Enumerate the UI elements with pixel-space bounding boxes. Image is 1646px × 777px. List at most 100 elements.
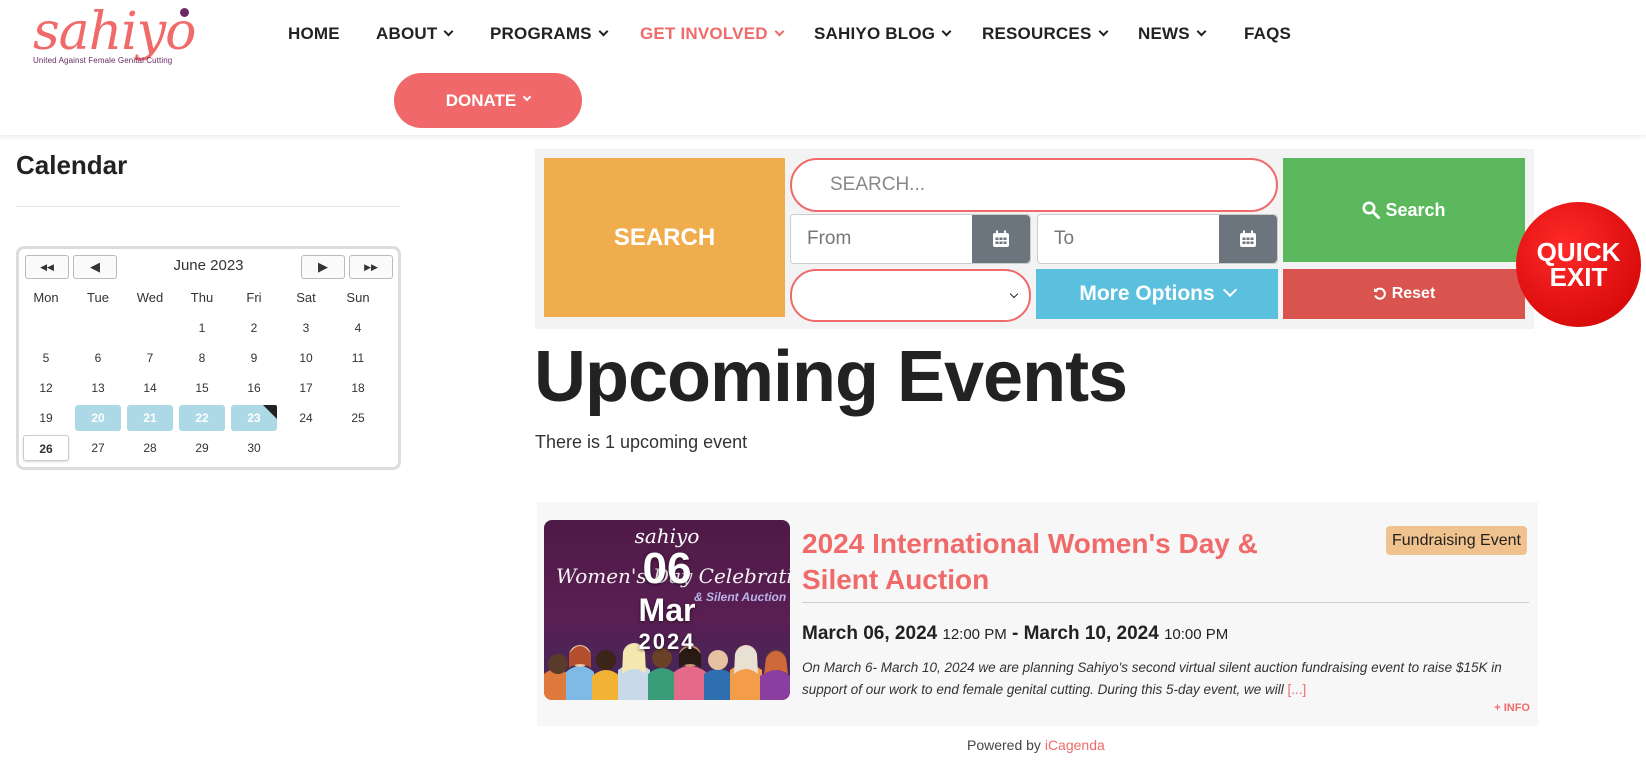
calendar-day[interactable]: 17	[283, 375, 329, 401]
icagenda-link[interactable]: iCagenda	[1045, 737, 1105, 753]
calendar-day[interactable]: 6	[75, 345, 121, 371]
weekday-label: Mon	[33, 290, 59, 305]
calendar-empty-cell	[23, 315, 69, 341]
nav-programs-label: PROGRAMS	[490, 24, 592, 43]
calendar-day[interactable]: 11	[335, 345, 381, 371]
calendar-day[interactable]: 15	[179, 375, 225, 401]
calendar-week-row: 12 13 14 15 16 17 18	[23, 375, 395, 405]
read-more-link[interactable]: [...]	[1288, 682, 1307, 697]
nav-faqs[interactable]: FAQS	[1244, 24, 1291, 44]
nav-get-involved[interactable]: GET INVOLVED	[640, 24, 785, 44]
chevron-down-icon	[444, 26, 454, 37]
calendar-day[interactable]: 19	[23, 405, 69, 431]
nav-resources[interactable]: RESOURCES	[982, 24, 1108, 44]
calendar-day[interactable]: 8	[179, 345, 225, 371]
page-title: Upcoming Events	[534, 337, 1128, 417]
to-date-field[interactable]: To	[1037, 214, 1278, 264]
reset-button[interactable]: Reset	[1283, 269, 1525, 319]
event-date-range: March 06, 2024 12:00 PM - March 10, 2024…	[802, 623, 1228, 645]
calendar-icon[interactable]	[1219, 215, 1277, 263]
nav-sahiyo-blog[interactable]: SAHIYO BLOG	[814, 24, 952, 44]
nav-programs[interactable]: PROGRAMS	[490, 24, 609, 44]
calendar-event-day[interactable]: 20	[75, 405, 121, 431]
calendar-day[interactable]: 3	[283, 315, 329, 341]
next-year-button[interactable]: ▶▶	[349, 255, 393, 279]
weekday-label: Wed	[136, 290, 164, 305]
nav-about[interactable]: ABOUT	[376, 24, 454, 44]
event-start-time: 12:00 PM	[942, 626, 1007, 643]
category-select[interactable]	[790, 269, 1031, 322]
double-right-arrow-icon: ▶▶	[364, 261, 378, 272]
chevron-down-icon	[1009, 289, 1019, 299]
site-header: sahiyo United Against Female Genital Cut…	[0, 0, 1646, 135]
event-image[interactable]: sahiyo Women's Day Celebration & Silent …	[544, 520, 790, 700]
calendar-day[interactable]: 25	[335, 405, 381, 431]
donate-button[interactable]: DONATE	[394, 73, 582, 128]
calendar-day[interactable]: 29	[179, 435, 225, 461]
weekday-label: Thu	[190, 290, 214, 305]
calendar-week-row: 19 20 21 22 23 24 25	[23, 405, 395, 435]
sidebar-divider	[16, 206, 400, 207]
event-info-link[interactable]: + INFO	[1494, 702, 1530, 714]
chevron-down-icon	[774, 26, 785, 37]
calendar-event-day[interactable]: 22	[179, 405, 225, 431]
calendar-day[interactable]: 28	[127, 435, 173, 461]
calendar-day[interactable]: 12	[23, 375, 69, 401]
calendar-empty-cell	[127, 315, 173, 341]
more-options-button[interactable]: More Options	[1036, 269, 1278, 319]
logo-dot	[180, 8, 189, 17]
powered-by: Powered by iCagenda	[967, 737, 1105, 753]
calendar-icon[interactable]	[972, 215, 1030, 263]
nav-news[interactable]: NEWS	[1138, 24, 1207, 44]
calendar-day[interactable]: 2	[231, 315, 277, 341]
quick-exit-button[interactable]: QUICK EXIT	[1516, 202, 1641, 327]
calendar-day[interactable]: 5	[23, 345, 69, 371]
right-arrow-icon: ▶	[318, 259, 328, 274]
calendar-day[interactable]: 24	[283, 405, 329, 431]
calendar-today[interactable]: 26	[23, 435, 69, 461]
event-count-text: There is 1 upcoming event	[535, 432, 748, 452]
undo-icon	[1373, 287, 1386, 300]
nav-home[interactable]: HOME	[288, 24, 340, 44]
calendar-day[interactable]: 4	[335, 315, 381, 341]
search-input[interactable]: SEARCH...	[790, 158, 1278, 212]
event-end-date: March 10, 2024	[1023, 623, 1159, 644]
chevron-down-icon	[598, 26, 609, 37]
event-card: sahiyo Women's Day Celebration & Silent …	[537, 502, 1538, 726]
sahiyo-logo[interactable]: sahiyo United Against Female Genital Cut…	[33, 4, 243, 72]
to-date-placeholder: To	[1054, 228, 1075, 249]
powered-by-prefix: Powered by	[967, 737, 1041, 753]
weekday-label: Sat	[296, 290, 316, 305]
multi-event-corner-icon	[263, 405, 277, 419]
calendar-event-day[interactable]: 21	[127, 405, 173, 431]
event-month: Mar	[638, 592, 696, 628]
calendar-day[interactable]: 14	[127, 375, 173, 401]
calendar-day[interactable]: 10	[283, 345, 329, 371]
from-date-field[interactable]: From	[790, 214, 1031, 264]
calendar-day[interactable]: 13	[75, 375, 121, 401]
nav-about-label: ABOUT	[376, 24, 438, 43]
calendar-event-day[interactable]: 23	[231, 405, 277, 431]
weekday-label: Fri	[246, 290, 262, 305]
event-category-badge[interactable]: Fundraising Event	[1386, 526, 1527, 555]
nav-news-label: NEWS	[1138, 24, 1190, 43]
nav-home-label: HOME	[288, 24, 340, 43]
calendar-day[interactable]: 1	[179, 315, 225, 341]
calendar-day[interactable]: 27	[75, 435, 121, 461]
calendar-day[interactable]: 16	[231, 375, 277, 401]
calendar-day[interactable]: 18	[335, 375, 381, 401]
donate-label: DONATE	[445, 90, 517, 110]
event-divider	[802, 602, 1529, 603]
next-month-button[interactable]: ▶	[301, 255, 345, 279]
logo-tagline: United Against Female Genital Cutting	[33, 56, 173, 65]
calendar-empty-cell	[283, 435, 329, 461]
search-heading: SEARCH	[544, 158, 785, 317]
calendar-day[interactable]: 30	[231, 435, 277, 461]
calendar-day[interactable]: 9	[231, 345, 277, 371]
event-description: On March 6- March 10, 2024 we are planni…	[802, 657, 1529, 701]
event-title-link[interactable]: 2024 International Women's Day & Silent …	[802, 526, 1322, 598]
calendar-day[interactable]: 7	[127, 345, 173, 371]
search-button[interactable]: Search	[1283, 158, 1525, 262]
search-button-label: Search	[1385, 199, 1446, 220]
sidebar-title: Calendar	[16, 150, 128, 180]
